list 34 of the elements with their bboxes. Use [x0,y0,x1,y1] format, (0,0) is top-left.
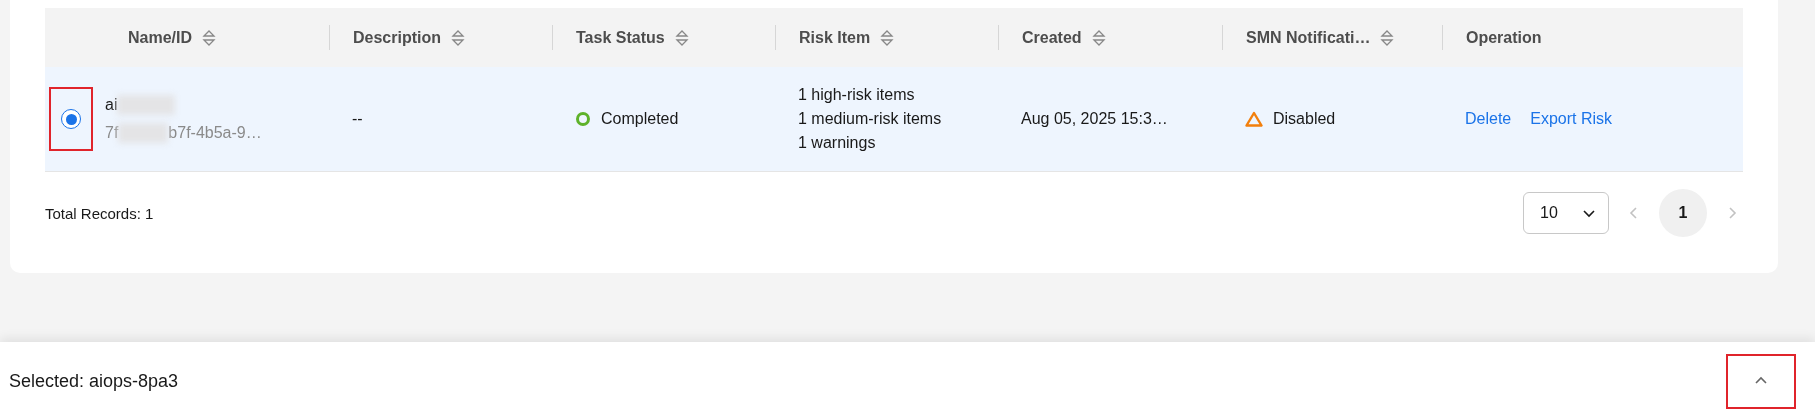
selection-text: Selected: aiops-8pa3 [9,370,179,392]
sort-icon[interactable] [451,28,465,47]
sort-icon[interactable] [1091,28,1106,47]
page-button[interactable]: 1 [1659,189,1707,237]
name-text: ai [105,96,118,114]
id-text: 7f [105,124,119,142]
sort-icon[interactable] [674,28,689,47]
operation-link[interactable]: Delete [1465,110,1512,128]
radio-button[interactable] [61,109,81,129]
sort-icon[interactable] [1380,28,1395,47]
risk-item-text: 1 warnings [798,134,877,152]
status-text: Completed [601,110,679,128]
operation-link[interactable]: Export Risk [1530,110,1613,128]
column-header: Operation [1466,28,1542,47]
warning-triangle-icon [1245,111,1263,127]
total-records: Total Records: 1 [45,204,154,222]
column-header: SMN Notificati… [1246,28,1371,47]
sort-icon[interactable] [202,28,217,47]
sort-icon[interactable] [880,28,895,47]
column-header: Name/ID [128,28,193,47]
table-row[interactable]: ai 7f b7f-4b5a-9… -- Completed 1 high-risk items 1 medium-risk items 1 warnings Aug 05, 2025 15:3… Disabled Delete Export Risk [45,67,1743,172]
risk-item-text: 1 medium-risk items [798,110,943,128]
description-text: -- [352,110,363,128]
id-text: b7f-4b5a-9… [168,124,262,142]
column-header: Created [1022,28,1082,47]
column-header: Description [353,28,441,47]
status-ring-icon [575,111,591,127]
created-text: Aug 05, 2025 15:3… [1021,110,1168,128]
column-header: Risk Item [799,28,871,47]
collapse-button[interactable] [1726,353,1796,409]
page-size-select[interactable]: 10 [1523,192,1609,234]
notification-text: Disabled [1273,110,1336,128]
column-header: Task Status [576,28,665,47]
risk-item-text: 1 high-risk items [798,86,916,104]
